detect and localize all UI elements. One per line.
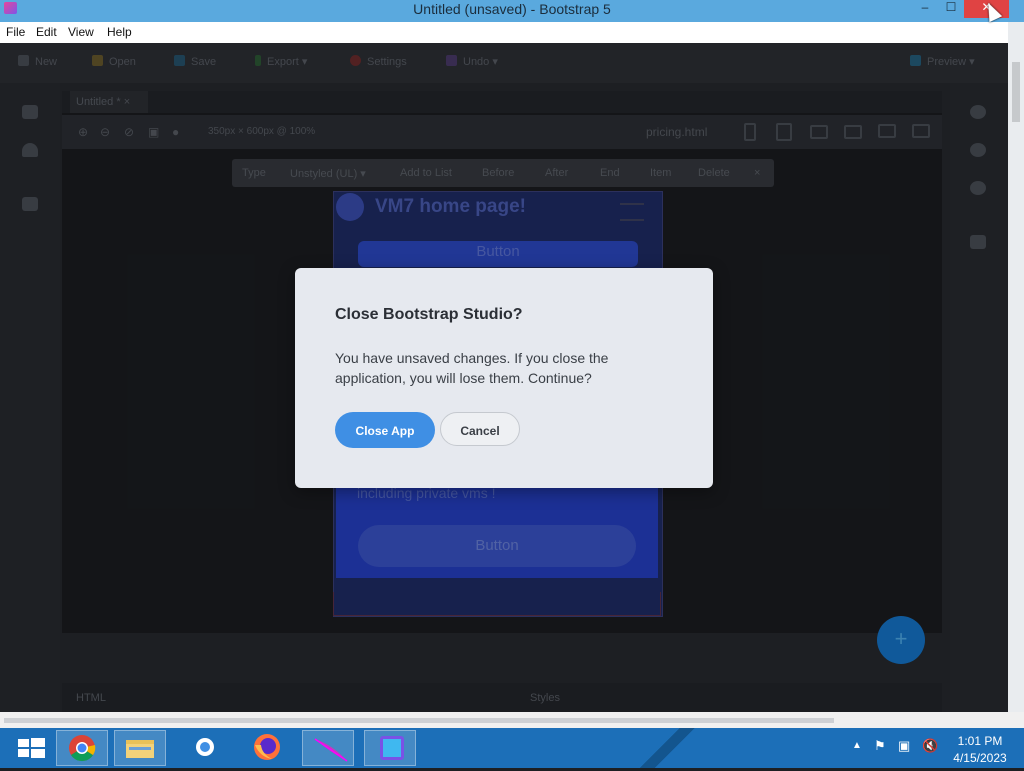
settings-icon xyxy=(196,738,214,756)
menu-view[interactable]: View xyxy=(68,25,94,39)
taskbar-settings[interactable] xyxy=(180,730,232,766)
scrollbar-thumb[interactable] xyxy=(1012,62,1020,122)
bootstrap-studio-icon xyxy=(380,736,404,760)
dialog-message: You have unsaved changes. If you close t… xyxy=(335,350,609,386)
menu-help[interactable]: Help xyxy=(107,25,132,39)
action-center-flag-icon[interactable]: ⚑ xyxy=(874,738,886,754)
firefox-icon xyxy=(254,734,280,760)
network-icon[interactable]: ▣ xyxy=(898,738,910,754)
volume-muted-icon[interactable]: 🔇 xyxy=(922,738,938,754)
clock-time[interactable]: 1:01 PM xyxy=(948,734,1012,748)
taskbar-decoration xyxy=(640,728,700,768)
window-scrollbar[interactable] xyxy=(1008,22,1024,720)
minimize-button[interactable]: – xyxy=(912,0,938,18)
taskbar: ▲ ⚑ ▣ 🔇 xyxy=(0,728,1024,768)
tray-overflow-icon[interactable]: ▲ xyxy=(852,740,862,751)
maximize-button[interactable]: ☐ xyxy=(940,0,962,18)
taskbar-file-explorer[interactable] xyxy=(114,730,166,766)
feather-icon xyxy=(314,738,348,762)
taskbar-feather-app[interactable] xyxy=(302,730,354,766)
taskbar-chrome[interactable] xyxy=(56,730,108,766)
horizontal-scrollbar[interactable] xyxy=(4,718,834,723)
start-button[interactable] xyxy=(6,730,58,766)
menu-bar: File Edit View Help xyxy=(0,22,1010,44)
window-title: Untitled (unsaved) - Bootstrap 5 xyxy=(413,1,611,17)
file-explorer-icon xyxy=(126,740,154,758)
menu-edit[interactable]: Edit xyxy=(36,25,57,39)
chrome-icon xyxy=(69,735,96,762)
close-app-button[interactable]: Close App xyxy=(335,412,435,448)
taskbar-bootstrap-studio[interactable] xyxy=(364,730,416,766)
menu-file[interactable]: File xyxy=(6,25,25,39)
taskbar-firefox[interactable] xyxy=(242,730,294,766)
window-bottom-edge xyxy=(0,712,1024,728)
start-icon xyxy=(18,738,45,758)
window-title-bar[interactable]: Untitled (unsaved) - Bootstrap 5 – ☐ ✕ xyxy=(0,0,1024,22)
clock-date[interactable]: 4/15/2023 xyxy=(948,751,1012,765)
cancel-button[interactable]: Cancel xyxy=(440,412,520,446)
dialog-title: Close Bootstrap Studio? xyxy=(335,306,523,323)
